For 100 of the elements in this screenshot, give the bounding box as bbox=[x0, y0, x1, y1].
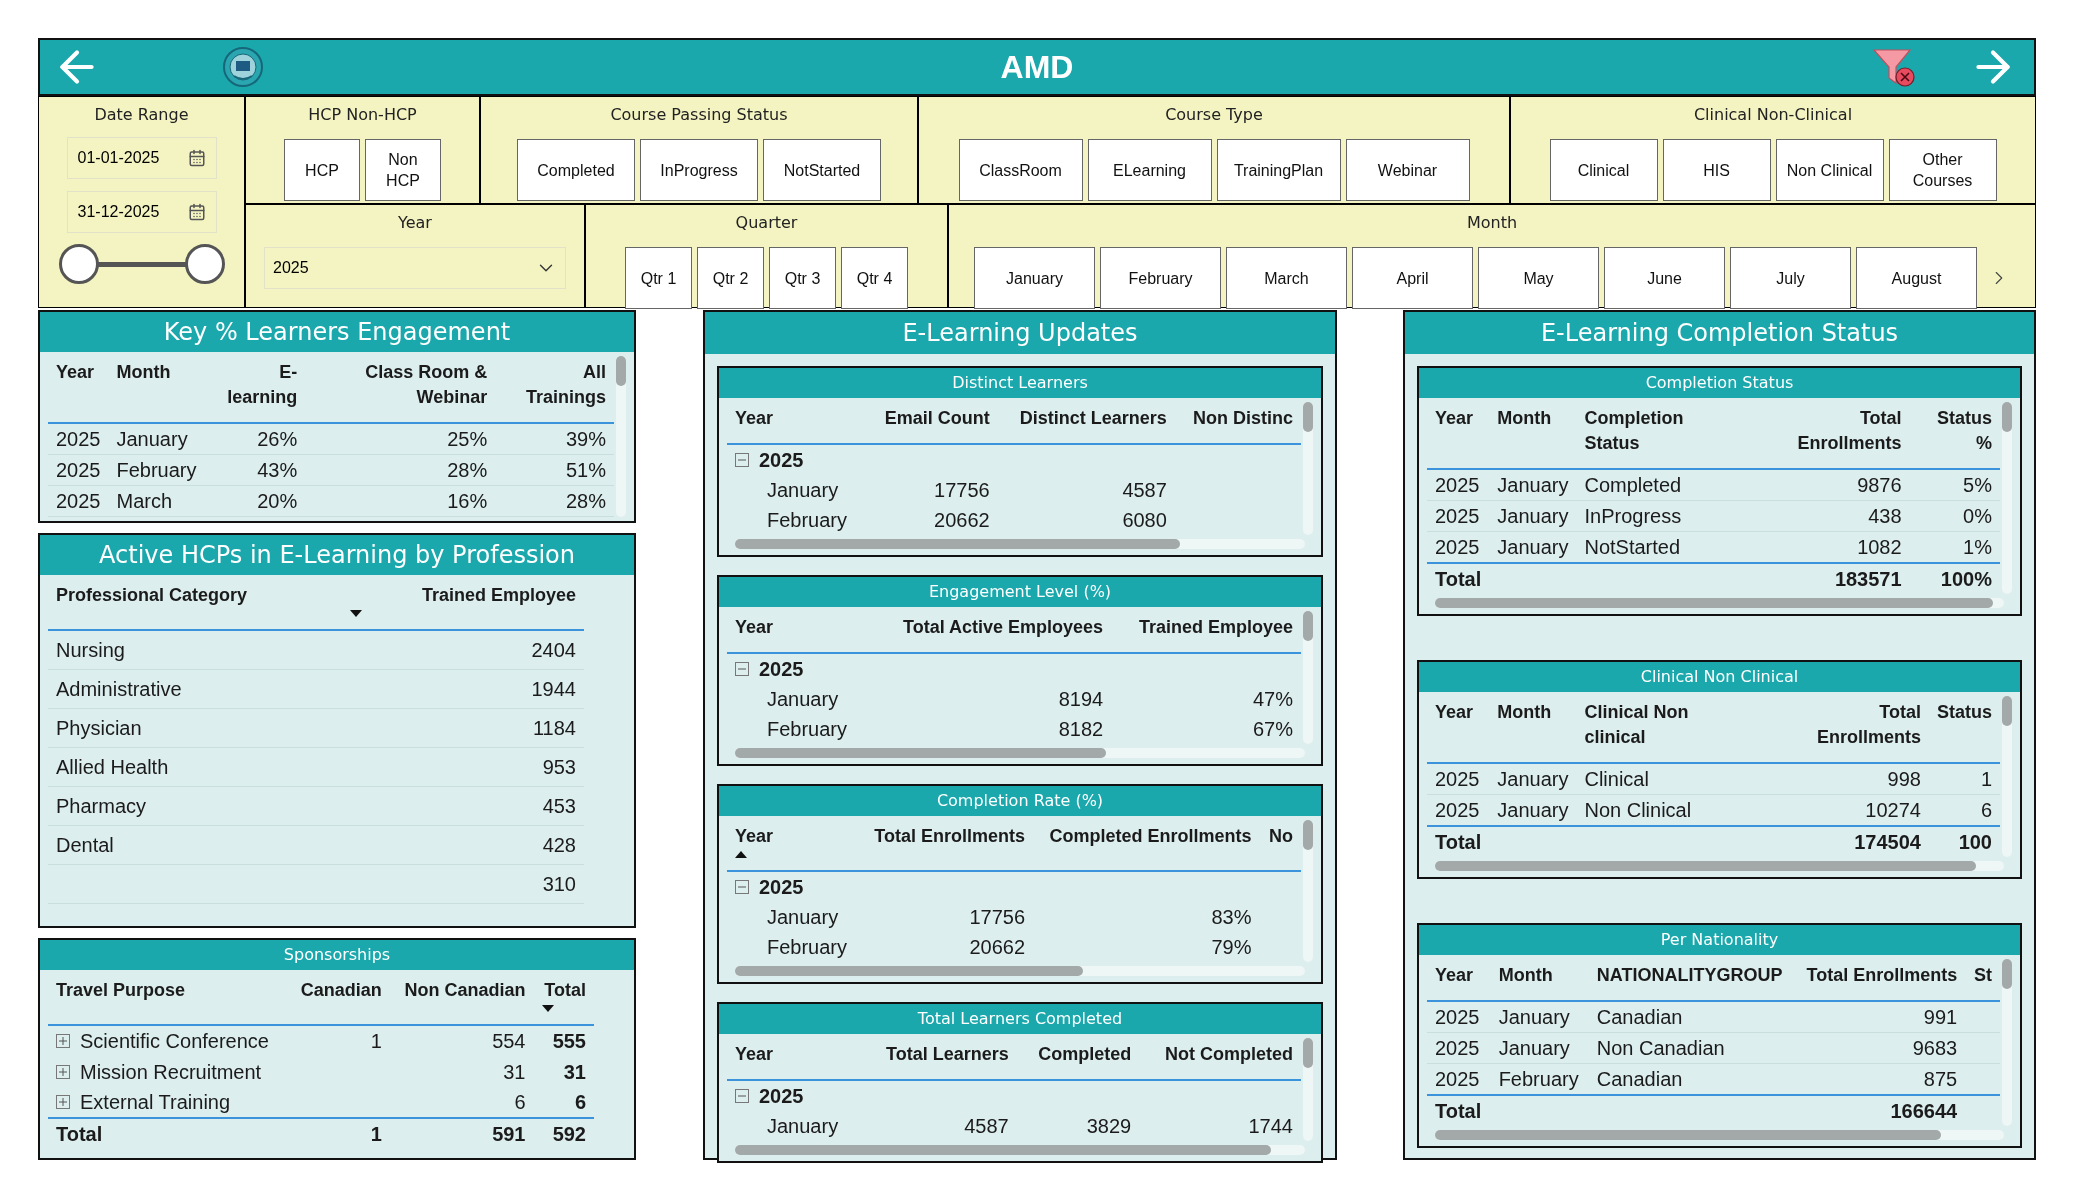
collapse-icon[interactable] bbox=[735, 880, 749, 894]
slicer-option[interactable]: May bbox=[1478, 247, 1599, 309]
column-header[interactable]: NATIONALITYGROUP bbox=[1596, 963, 1787, 988]
slicer-option[interactable]: August bbox=[1856, 247, 1977, 309]
vertical-scrollbar[interactable] bbox=[1303, 402, 1313, 535]
vertical-scrollbar[interactable] bbox=[1303, 1038, 1313, 1141]
slicer-option[interactable]: HIS bbox=[1662, 139, 1771, 201]
vertical-scrollbar[interactable] bbox=[2002, 402, 2012, 594]
slicer-option[interactable]: June bbox=[1604, 247, 1725, 309]
column-header[interactable]: Status bbox=[1936, 700, 1992, 725]
column-header[interactable]: Total Enrollments bbox=[1802, 963, 1958, 988]
column-header[interactable]: Year bbox=[735, 406, 859, 431]
column-header[interactable]: Completed Enrollments bbox=[1041, 824, 1252, 849]
slicer-option[interactable]: InProgress bbox=[640, 139, 758, 201]
calendar-icon[interactable] bbox=[187, 203, 206, 221]
slicer-option[interactable]: Clinical bbox=[1549, 139, 1658, 201]
collapse-icon[interactable] bbox=[735, 1089, 749, 1103]
column-header[interactable]: Year bbox=[56, 360, 101, 385]
vertical-scrollbar[interactable] bbox=[1303, 820, 1313, 962]
column-header[interactable]: Completed bbox=[1024, 1042, 1132, 1067]
column-header[interactable]: Month bbox=[1497, 700, 1569, 725]
date-field[interactable]: 01-01-2025 bbox=[66, 137, 217, 179]
slicer-option[interactable]: Non HCP bbox=[365, 139, 441, 201]
column-header[interactable]: Trained Employee bbox=[350, 583, 576, 608]
column-header[interactable]: Year bbox=[735, 615, 862, 640]
slicer-option[interactable]: Qtr 3 bbox=[769, 247, 836, 309]
horizontal-scrollbar[interactable] bbox=[735, 748, 1305, 758]
horizontal-scrollbar[interactable] bbox=[735, 1145, 1305, 1155]
column-header[interactable]: Email Count bbox=[874, 406, 990, 431]
expand-icon[interactable] bbox=[56, 1095, 70, 1109]
slicer-option[interactable]: Completed bbox=[517, 139, 635, 201]
expand-icon[interactable] bbox=[56, 1034, 70, 1048]
range-slider[interactable] bbox=[58, 243, 225, 285]
column-header[interactable]: Travel Purpose bbox=[56, 978, 281, 1003]
column-header[interactable]: Non Canadian bbox=[397, 978, 526, 1003]
slicer-option[interactable]: July bbox=[1730, 247, 1851, 309]
column-header[interactable]: Total bbox=[541, 978, 586, 1003]
column-header[interactable]: Total Active Employees bbox=[877, 615, 1104, 640]
column-header[interactable]: Total Enrollments bbox=[867, 824, 1026, 849]
slicer-option[interactable]: Qtr 4 bbox=[841, 247, 908, 309]
column-header[interactable]: Professional Category bbox=[56, 583, 335, 608]
horizontal-scrollbar[interactable] bbox=[735, 966, 1305, 976]
column-header[interactable]: Year bbox=[735, 1042, 853, 1067]
vertical-scrollbar[interactable] bbox=[2002, 696, 2012, 857]
sort-down-icon[interactable] bbox=[350, 610, 363, 617]
column-header[interactable]: Completion Status bbox=[1584, 406, 1739, 456]
sort-down-icon[interactable] bbox=[541, 1005, 554, 1012]
horizontal-scrollbar[interactable] bbox=[1435, 598, 2004, 608]
column-header[interactable]: Class Room & Webinar bbox=[313, 360, 488, 410]
column-header[interactable]: Year bbox=[735, 824, 852, 849]
slicer-option[interactable]: Webinar bbox=[1345, 139, 1470, 201]
column-header[interactable]: Month bbox=[1498, 963, 1581, 988]
date-field[interactable]: 31-12-2025 bbox=[66, 191, 217, 233]
slicer-option[interactable]: Non Clinical bbox=[1775, 139, 1884, 201]
slicer-option[interactable]: Other Courses bbox=[1888, 139, 1997, 201]
slicer-option[interactable]: January bbox=[974, 247, 1095, 309]
slider-handle[interactable] bbox=[58, 244, 99, 284]
slicer-option[interactable]: Qtr 1 bbox=[625, 247, 692, 309]
clear-filter-icon[interactable] bbox=[1872, 47, 1918, 87]
collapse-icon[interactable] bbox=[735, 662, 749, 676]
slicer-option[interactable]: TrainingPlan bbox=[1216, 139, 1341, 201]
slicer-option[interactable]: ELearning bbox=[1087, 139, 1212, 201]
vertical-scrollbar[interactable] bbox=[2002, 959, 2012, 1126]
slicer-option[interactable]: March bbox=[1226, 247, 1347, 309]
year-dropdown[interactable]: 2025 bbox=[264, 247, 566, 289]
column-header[interactable]: Trained Employee bbox=[1119, 615, 1293, 640]
sort-up-icon[interactable] bbox=[735, 851, 747, 858]
column-header[interactable]: Not Completed bbox=[1147, 1042, 1293, 1067]
expand-icon[interactable] bbox=[56, 1064, 70, 1079]
horizontal-scrollbar[interactable] bbox=[1435, 861, 2004, 871]
column-header[interactable]: Clinical Non clinical bbox=[1584, 700, 1755, 750]
column-header[interactable]: E-learning bbox=[212, 360, 298, 410]
column-header[interactable]: St bbox=[1973, 963, 1992, 988]
column-header[interactable]: Status % bbox=[1917, 406, 1992, 456]
calendar-icon[interactable] bbox=[187, 149, 206, 167]
column-header[interactable]: All Trainings bbox=[503, 360, 606, 410]
column-header[interactable]: Year bbox=[1435, 700, 1482, 725]
column-header[interactable]: Year bbox=[1435, 406, 1482, 431]
slider-handle[interactable] bbox=[184, 244, 225, 284]
vertical-scrollbar[interactable] bbox=[1303, 611, 1313, 744]
slicer-option[interactable]: ClassRoom bbox=[958, 139, 1083, 201]
column-header[interactable]: Total Enrollments bbox=[1754, 406, 1902, 456]
slicer-option[interactable]: NotStarted bbox=[763, 139, 881, 201]
column-header[interactable]: Canadian bbox=[296, 978, 382, 1003]
column-header[interactable]: Non Distinc bbox=[1182, 406, 1293, 431]
horizontal-scrollbar[interactable] bbox=[1435, 1130, 2004, 1140]
column-header[interactable]: Distinct Learners bbox=[1005, 406, 1167, 431]
column-header[interactable]: Month bbox=[1497, 406, 1569, 431]
vertical-scrollbar[interactable] bbox=[616, 356, 626, 517]
slicer-option[interactable]: HCP bbox=[284, 139, 360, 201]
slicer-option[interactable]: Qtr 2 bbox=[697, 247, 764, 309]
column-header[interactable]: Total Enrollments bbox=[1770, 700, 1921, 750]
slicer-option[interactable]: April bbox=[1352, 247, 1473, 309]
horizontal-scrollbar[interactable] bbox=[735, 539, 1305, 549]
column-header[interactable]: No bbox=[1267, 824, 1293, 849]
slicer-option[interactable]: February bbox=[1100, 247, 1221, 309]
column-header[interactable]: Month bbox=[116, 360, 197, 385]
column-header[interactable]: Year bbox=[1435, 963, 1483, 988]
column-header[interactable]: Total Learners bbox=[868, 1042, 1009, 1067]
collapse-icon[interactable] bbox=[735, 453, 749, 467]
